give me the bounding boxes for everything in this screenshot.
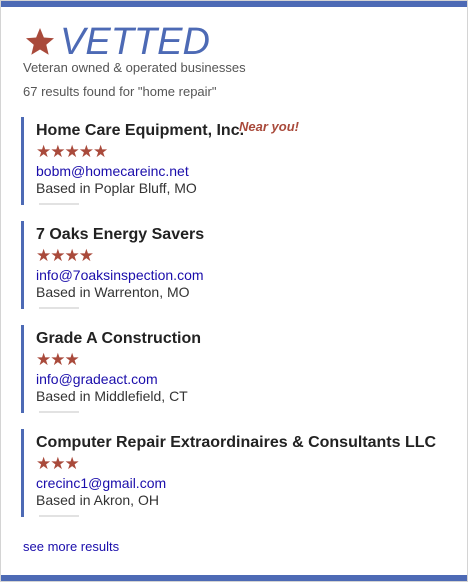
vetted-widget: VETTED Veteran owned & operated business… (0, 0, 468, 582)
near-you-badge: Near you! (239, 119, 299, 134)
bottom-accent-bar (1, 575, 467, 581)
star-icon (26, 28, 54, 55)
rating-stars: ★★★ (36, 454, 80, 473)
rating-stars: ★★★ (36, 350, 80, 369)
result-item[interactable]: Grade A Construction ★★★ info@gradeact.c… (21, 325, 461, 413)
business-location: Based in Akron, OH (36, 492, 159, 508)
result-item[interactable]: Home Care Equipment, Inc. Near you! ★★★★… (21, 117, 461, 205)
results-list: Home Care Equipment, Inc. Near you! ★★★★… (21, 117, 461, 533)
email-link[interactable]: crecinc1@gmail.com (36, 475, 461, 492)
rating-stars: ★★★★ (36, 246, 94, 265)
result-count: 67 results found for "home repair" (23, 84, 217, 99)
item-divider (39, 411, 79, 413)
business-name[interactable]: 7 Oaks Energy Savers (36, 221, 461, 245)
email-link[interactable]: bobm@homecareinc.net (36, 163, 461, 180)
business-name[interactable]: Grade A Construction (36, 325, 461, 349)
brand-tagline: Veteran owned & operated businesses (23, 60, 246, 75)
result-item[interactable]: 7 Oaks Energy Savers ★★★★ info@7oaksinsp… (21, 221, 461, 309)
top-accent-bar (1, 1, 467, 7)
email-link[interactable]: info@gradeact.com (36, 371, 461, 388)
brand-header: VETTED (23, 21, 210, 63)
item-divider (39, 515, 79, 517)
item-divider (39, 203, 79, 205)
result-item[interactable]: Computer Repair Extraordinaires & Consul… (21, 429, 461, 517)
email-link[interactable]: info@7oaksinspection.com (36, 267, 461, 284)
business-name[interactable]: Computer Repair Extraordinaires & Consul… (36, 429, 461, 453)
business-location: Based in Middlefield, CT (36, 388, 188, 404)
brand-name: VETTED (60, 21, 210, 63)
item-divider (39, 307, 79, 309)
rating-stars: ★★★★★ (36, 142, 108, 161)
see-more-results-link[interactable]: see more results (23, 539, 119, 554)
business-location: Based in Warrenton, MO (36, 284, 190, 300)
business-location: Based in Poplar Bluff, MO (36, 180, 197, 196)
